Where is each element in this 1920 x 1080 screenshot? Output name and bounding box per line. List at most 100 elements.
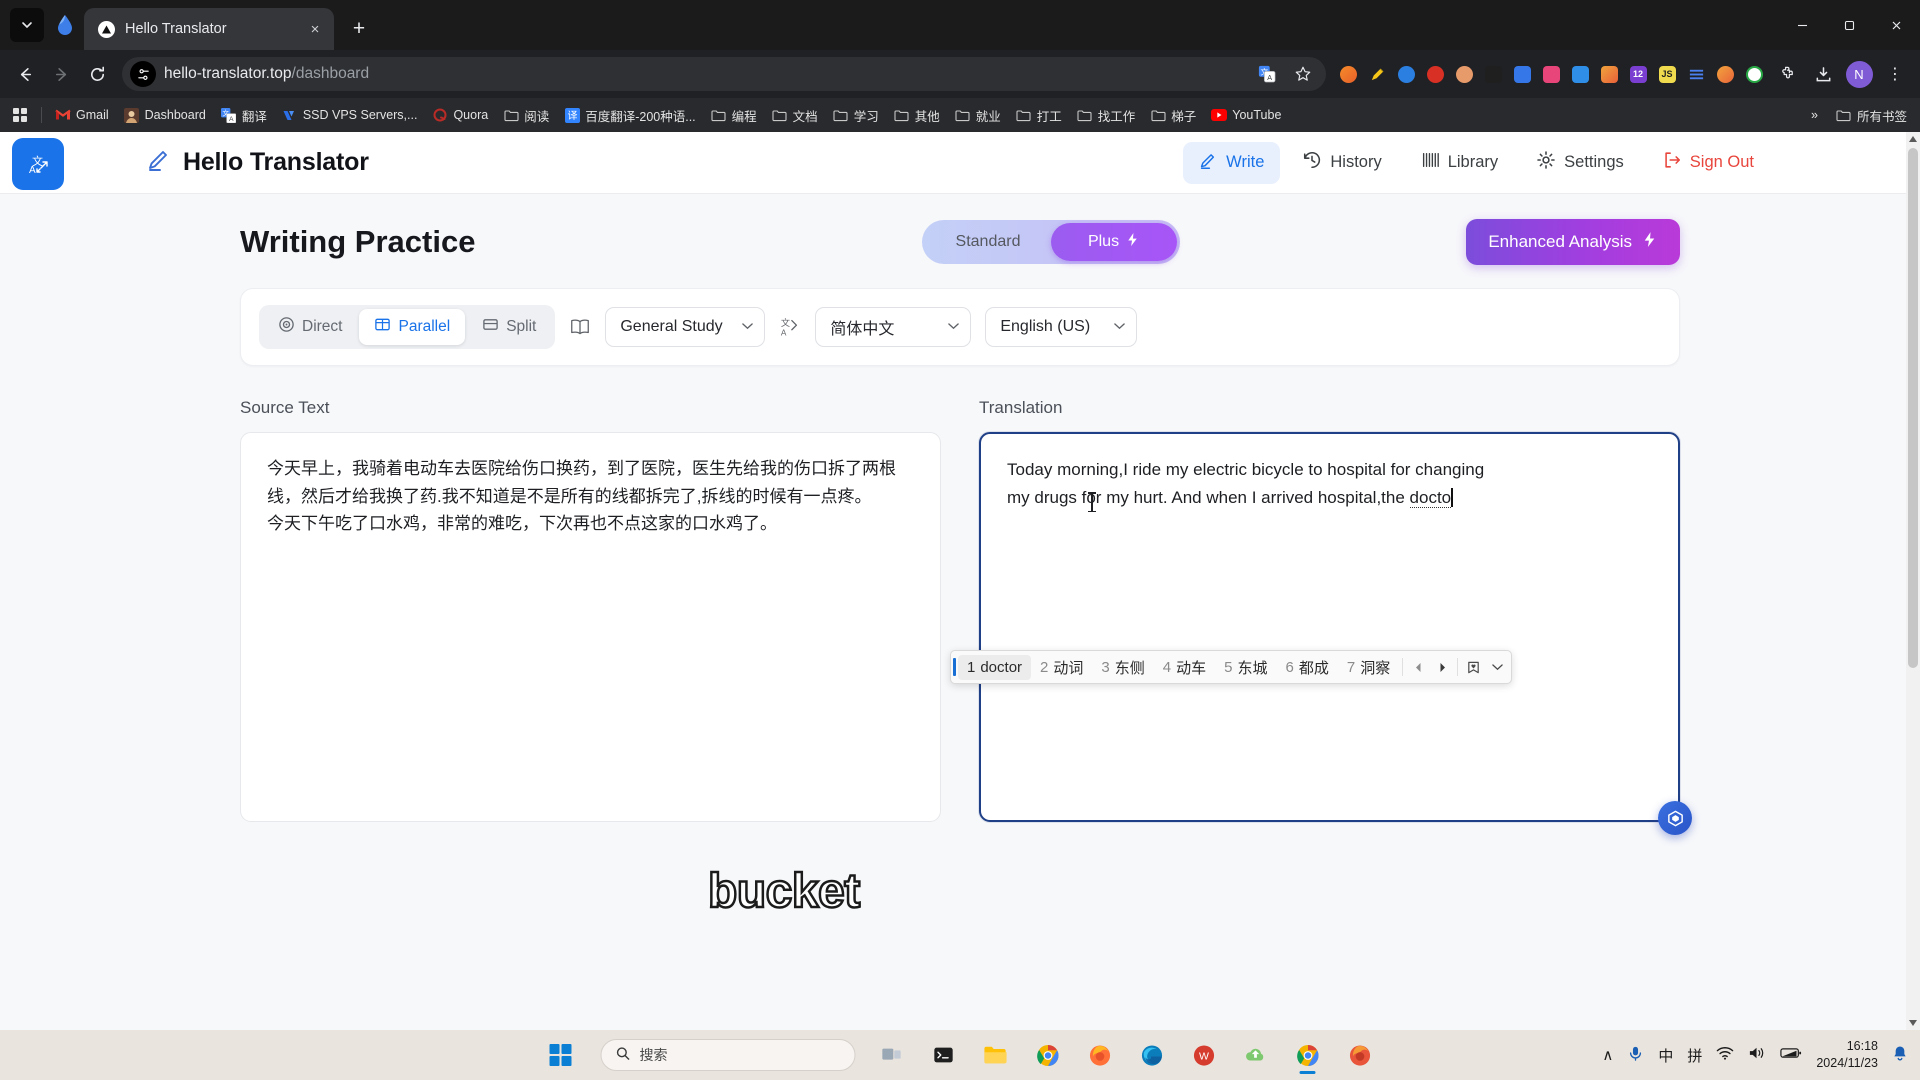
- vivaldi-drop-icon[interactable]: [52, 10, 78, 40]
- ime-mode-indicator[interactable]: 中: [1658, 1045, 1673, 1066]
- ext-grid2-icon[interactable]: [1711, 60, 1739, 88]
- bookmarks-overflow-button[interactable]: »: [1804, 104, 1825, 126]
- translate-expand-icon[interactable]: 文 A: [12, 137, 64, 190]
- download-icon[interactable]: [1806, 57, 1840, 91]
- minimize-button[interactable]: [1779, 0, 1826, 50]
- bookmark-quora[interactable]: Quora: [425, 103, 495, 127]
- terminal-icon[interactable]: [924, 1035, 964, 1075]
- mode-parallel[interactable]: Parallel: [359, 309, 466, 345]
- ime-candidate-6[interactable]: 6 都成: [1276, 653, 1337, 682]
- ime-tool-icon[interactable]: [1461, 654, 1485, 680]
- firefox-dev-icon[interactable]: [1340, 1035, 1380, 1075]
- bookmark-folder-ladder[interactable]: 梯子: [1143, 102, 1203, 129]
- bookmark-vultr[interactable]: SSD VPS Servers,...: [275, 103, 425, 127]
- cloud-icon[interactable]: [1236, 1035, 1276, 1075]
- scrollbar-thumb[interactable]: [1908, 148, 1918, 668]
- ime-pinyin-indicator[interactable]: 拼: [1687, 1045, 1702, 1066]
- clock[interactable]: 16:18 2024/11/23: [1816, 1038, 1878, 1072]
- bookmark-baidu-translate[interactable]: 译 百度翻译-200种语...: [557, 102, 702, 129]
- wifi-icon[interactable]: [1716, 1045, 1734, 1065]
- language-swap-icon[interactable]: 文A: [779, 316, 801, 338]
- ime-candidate-1[interactable]: 1 doctor: [958, 654, 1032, 680]
- ext-js-icon[interactable]: JS: [1653, 60, 1681, 88]
- scroll-down-icon[interactable]: [1906, 1016, 1920, 1030]
- battery-icon[interactable]: [1780, 1046, 1802, 1064]
- ime-next-page-icon[interactable]: [1430, 654, 1454, 680]
- page-scrollbar[interactable]: [1906, 132, 1920, 1030]
- bookmark-dashboard[interactable]: Dashboard: [117, 103, 213, 127]
- ext-avatar-icon[interactable]: [1450, 60, 1478, 88]
- bookmark-folder-jobsearch[interactable]: 找工作: [1070, 102, 1143, 129]
- nav-item-write[interactable]: Write: [1183, 141, 1281, 184]
- bookmark-folder-other[interactable]: 其他: [887, 102, 947, 129]
- bookmark-star-icon[interactable]: [1286, 57, 1320, 91]
- topic-select[interactable]: General Study: [605, 307, 766, 347]
- bookmark-folder-docs[interactable]: 文档: [765, 102, 825, 129]
- volume-icon[interactable]: [1748, 1045, 1766, 1065]
- bookmark-gmail[interactable]: Gmail: [48, 103, 116, 127]
- ime-candidate-3[interactable]: 3 东侧: [1092, 653, 1153, 682]
- ext-cube-icon[interactable]: [1566, 60, 1594, 88]
- chrome-active-icon[interactable]: [1288, 1035, 1328, 1075]
- bookmark-folder-study[interactable]: 学习: [826, 102, 886, 129]
- address-bar[interactable]: hello-translator.top/dashboard 文A: [122, 57, 1326, 91]
- bell-icon[interactable]: [1892, 1045, 1908, 1066]
- back-icon[interactable]: [8, 57, 42, 91]
- book-icon[interactable]: [569, 317, 591, 337]
- ext-orange-icon[interactable]: [1334, 60, 1362, 88]
- chrome-icon[interactable]: [1028, 1035, 1068, 1075]
- bookmark-translate[interactable]: 文A 翻译: [214, 102, 274, 129]
- target-language-select[interactable]: English (US): [985, 307, 1138, 347]
- ext-blue-square-icon[interactable]: [1508, 60, 1536, 88]
- browser-tab[interactable]: Hello Translator ×: [84, 8, 334, 50]
- ext-badge-12-icon[interactable]: 12: [1624, 60, 1652, 88]
- task-view-icon[interactable]: [872, 1035, 912, 1075]
- taskbar-search-box[interactable]: 搜索: [600, 1039, 856, 1071]
- mode-split[interactable]: Split: [467, 309, 551, 345]
- maximize-button[interactable]: [1826, 0, 1873, 50]
- ime-candidate-4[interactable]: 4 动车: [1154, 653, 1215, 682]
- firefox-icon[interactable]: [1080, 1035, 1120, 1075]
- edge-icon[interactable]: [1132, 1035, 1172, 1075]
- mic-icon[interactable]: [1627, 1045, 1644, 1066]
- ime-candidate-5[interactable]: 5 东城: [1215, 653, 1276, 682]
- forward-icon[interactable]: [44, 57, 78, 91]
- plan-option-standard[interactable]: Standard: [925, 223, 1051, 261]
- ext-pink-icon[interactable]: [1537, 60, 1565, 88]
- bookmark-apps-grid-button[interactable]: [6, 104, 35, 127]
- bookmark-folder-reading[interactable]: 阅读: [496, 102, 556, 129]
- tab-close-icon[interactable]: ×: [304, 18, 326, 40]
- profile-avatar[interactable]: N: [1842, 57, 1876, 91]
- translate-icon[interactable]: 文A: [1250, 57, 1284, 91]
- source-textarea[interactable]: 今天早上，我骑着电动车去医院给伤口换药，到了医院，医生先给我的伤口拆了两根线，然…: [240, 432, 941, 822]
- nav-item-signout[interactable]: Sign Out: [1646, 141, 1770, 184]
- tab-search-chevron-icon[interactable]: [10, 8, 44, 42]
- new-tab-button[interactable]: +: [344, 14, 374, 44]
- site-info-tune-icon[interactable]: [130, 61, 156, 87]
- nav-item-library[interactable]: Library: [1404, 141, 1514, 184]
- bookmark-folder-coding[interactable]: 编程: [704, 102, 764, 129]
- ext-green-check-icon[interactable]: [1740, 60, 1768, 88]
- ext-blue-circle-icon[interactable]: [1392, 60, 1420, 88]
- bookmark-folder-employment[interactable]: 就业: [948, 102, 1008, 129]
- ime-candidate-7[interactable]: 7 洞察: [1338, 653, 1399, 682]
- nav-item-settings[interactable]: Settings: [1520, 141, 1640, 184]
- ime-candidate-bar[interactable]: 1 doctor 2 动词 3 东侧 4 动车 5 东城 6 都成 7 洞察: [950, 650, 1513, 684]
- bookmark-youtube[interactable]: YouTube: [1204, 103, 1288, 127]
- bookmark-folder-work[interactable]: 打工: [1009, 102, 1069, 129]
- scroll-up-icon[interactable]: [1906, 132, 1920, 146]
- wps-icon[interactable]: W: [1184, 1035, 1224, 1075]
- ime-prev-page-icon[interactable]: [1406, 654, 1430, 680]
- plan-toggle[interactable]: Standard Plus: [922, 220, 1180, 264]
- file-explorer-icon[interactable]: [976, 1035, 1016, 1075]
- ext-black-square-icon[interactable]: [1479, 60, 1507, 88]
- ext-grid-icon[interactable]: [1595, 60, 1623, 88]
- all-bookmarks-button[interactable]: 所有书签: [1829, 102, 1914, 129]
- browser-menu-icon[interactable]: ⋮: [1878, 57, 1912, 91]
- nav-item-history[interactable]: History: [1286, 141, 1397, 184]
- translation-textarea[interactable]: Today morning,I ride my electric bicycle…: [979, 432, 1680, 822]
- enhanced-analysis-button[interactable]: Enhanced Analysis: [1466, 219, 1680, 265]
- close-window-button[interactable]: [1873, 0, 1920, 50]
- ext-red-dot-icon[interactable]: [1421, 60, 1449, 88]
- plan-option-plus[interactable]: Plus: [1051, 223, 1177, 261]
